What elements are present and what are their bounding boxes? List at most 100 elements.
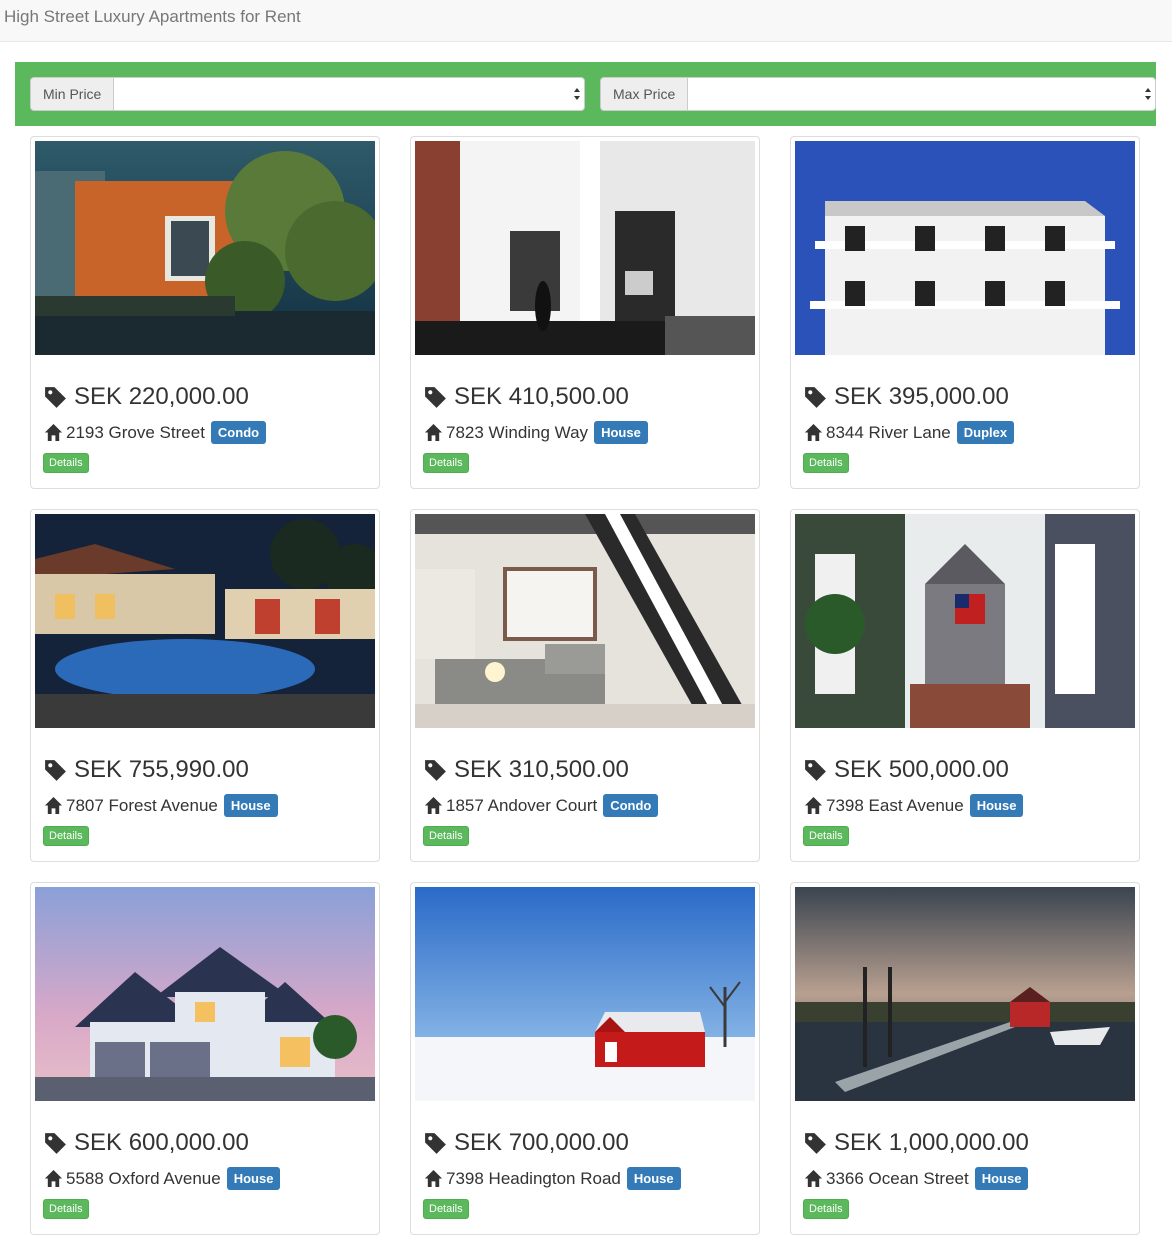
property-photo[interactable] xyxy=(795,514,1135,728)
details-button[interactable]: Details xyxy=(803,826,849,846)
listing-address: 3366 Ocean Street House xyxy=(804,1167,1029,1190)
select-arrows-icon xyxy=(1145,88,1151,100)
home-icon xyxy=(424,423,443,442)
property-type-badge: House xyxy=(594,421,648,444)
tag-icon xyxy=(45,759,66,781)
property-photo[interactable] xyxy=(35,141,375,355)
listing-address: 8344 River Lane Duplex xyxy=(804,421,1015,444)
address-text: 7807 Forest Avenue xyxy=(66,795,218,815)
min-price-select[interactable] xyxy=(113,77,585,111)
address-text: 7823 Winding Way xyxy=(446,422,589,442)
max-price-select[interactable] xyxy=(687,77,1156,111)
address-text: 7398 East Avenue xyxy=(826,795,964,815)
property-photo[interactable] xyxy=(35,887,375,1101)
details-button[interactable]: Details xyxy=(803,453,849,473)
price-text: SEK 410,500.00 xyxy=(454,383,629,410)
tag-icon xyxy=(45,386,66,408)
max-price-group: Max Price xyxy=(600,77,1156,111)
home-icon xyxy=(804,1169,823,1188)
listing-card: SEK 395,000.00 8344 River Lane Duplex De… xyxy=(790,136,1140,489)
property-photo[interactable] xyxy=(415,514,755,728)
price-text: SEK 600,000.00 xyxy=(74,1129,249,1156)
property-type-badge: House xyxy=(223,794,278,817)
details-button[interactable]: Details xyxy=(423,453,469,473)
price-text: SEK 755,990.00 xyxy=(74,756,249,783)
address-text: 3366 Ocean Street xyxy=(826,1168,969,1188)
property-type-badge: Duplex xyxy=(956,421,1015,444)
property-photo[interactable] xyxy=(415,141,755,355)
property-photo[interactable] xyxy=(795,887,1135,1101)
tag-icon xyxy=(805,386,826,408)
property-photo[interactable] xyxy=(35,514,375,728)
price-text: SEK 700,000.00 xyxy=(454,1129,629,1156)
home-icon xyxy=(804,796,823,815)
max-price-label: Max Price xyxy=(600,77,688,111)
details-button[interactable]: Details xyxy=(43,1199,89,1219)
listing-address: 7823 Winding Way House xyxy=(424,421,648,444)
price-text: SEK 395,000.00 xyxy=(834,383,1009,410)
listing-card: SEK 220,000.00 2193 Grove Street Condo D… xyxy=(30,136,380,489)
property-type-badge: Condo xyxy=(603,794,659,817)
address-text: 5588 Oxford Avenue xyxy=(66,1168,221,1188)
tag-icon xyxy=(805,759,826,781)
listing-price: SEK 600,000.00 xyxy=(43,1129,249,1157)
home-icon xyxy=(424,796,443,815)
listing-card: SEK 410,500.00 7823 Winding Way House De… xyxy=(410,136,760,489)
price-text: SEK 310,500.00 xyxy=(454,756,629,783)
price-filter-bar: Min Price Max Price xyxy=(15,62,1156,126)
property-type-badge: House xyxy=(969,794,1024,817)
address-text: 7398 Headington Road xyxy=(446,1168,621,1188)
tag-icon xyxy=(425,759,446,781)
property-photo[interactable] xyxy=(795,141,1135,355)
home-icon xyxy=(44,423,63,442)
property-type-badge: House xyxy=(974,1167,1029,1190)
tag-icon xyxy=(425,1132,446,1154)
listing-address: 7398 East Avenue House xyxy=(804,794,1024,817)
listing-card: SEK 500,000.00 7398 East Avenue House De… xyxy=(790,509,1140,862)
price-text: SEK 500,000.00 xyxy=(834,756,1009,783)
details-button[interactable]: Details xyxy=(43,453,89,473)
home-icon xyxy=(44,1169,63,1188)
price-text: SEK 220,000.00 xyxy=(74,383,249,410)
listing-price: SEK 500,000.00 xyxy=(803,756,1009,784)
details-button[interactable]: Details xyxy=(423,826,469,846)
listing-address: 1857 Andover Court Condo xyxy=(424,794,659,817)
select-arrows-icon xyxy=(574,88,580,100)
home-icon xyxy=(44,796,63,815)
min-price-group: Min Price xyxy=(30,77,585,111)
tag-icon xyxy=(425,386,446,408)
listing-price: SEK 1,000,000.00 xyxy=(803,1129,1029,1157)
min-price-label: Min Price xyxy=(30,77,114,111)
property-type-badge: House xyxy=(626,1167,681,1190)
listing-address: 7398 Headington Road House xyxy=(424,1167,681,1190)
address-text: 8344 River Lane xyxy=(826,422,951,442)
property-type-badge: Condo xyxy=(210,421,267,444)
address-text: 2193 Grove Street xyxy=(66,422,205,442)
details-button[interactable]: Details xyxy=(423,1199,469,1219)
listing-address: 2193 Grove Street Condo xyxy=(44,421,267,444)
listing-price: SEK 410,500.00 xyxy=(423,383,629,411)
price-text: SEK 1,000,000.00 xyxy=(834,1129,1029,1156)
details-button[interactable]: Details xyxy=(43,826,89,846)
listing-card: SEK 600,000.00 5588 Oxford Avenue House … xyxy=(30,882,380,1235)
home-icon xyxy=(804,423,823,442)
navbar: High Street Luxury Apartments for Rent xyxy=(0,0,1172,42)
listing-address: 5588 Oxford Avenue House xyxy=(44,1167,281,1190)
home-icon xyxy=(424,1169,443,1188)
details-button[interactable]: Details xyxy=(803,1199,849,1219)
listing-price: SEK 395,000.00 xyxy=(803,383,1009,411)
listing-price: SEK 700,000.00 xyxy=(423,1129,629,1157)
property-photo[interactable] xyxy=(415,887,755,1101)
listing-price: SEK 310,500.00 xyxy=(423,756,629,784)
listing-price: SEK 755,990.00 xyxy=(43,756,249,784)
property-type-badge: House xyxy=(226,1167,281,1190)
listing-card: SEK 755,990.00 7807 Forest Avenue House … xyxy=(30,509,380,862)
listing-card: SEK 1,000,000.00 3366 Ocean Street House… xyxy=(790,882,1140,1235)
tag-icon xyxy=(45,1132,66,1154)
listing-address: 7807 Forest Avenue House xyxy=(44,794,278,817)
listing-price: SEK 220,000.00 xyxy=(43,383,249,411)
brand-title[interactable]: High Street Luxury Apartments for Rent xyxy=(4,7,301,27)
tag-icon xyxy=(805,1132,826,1154)
listing-card: SEK 700,000.00 7398 Headington Road Hous… xyxy=(410,882,760,1235)
listing-card: SEK 310,500.00 1857 Andover Court Condo … xyxy=(410,509,760,862)
